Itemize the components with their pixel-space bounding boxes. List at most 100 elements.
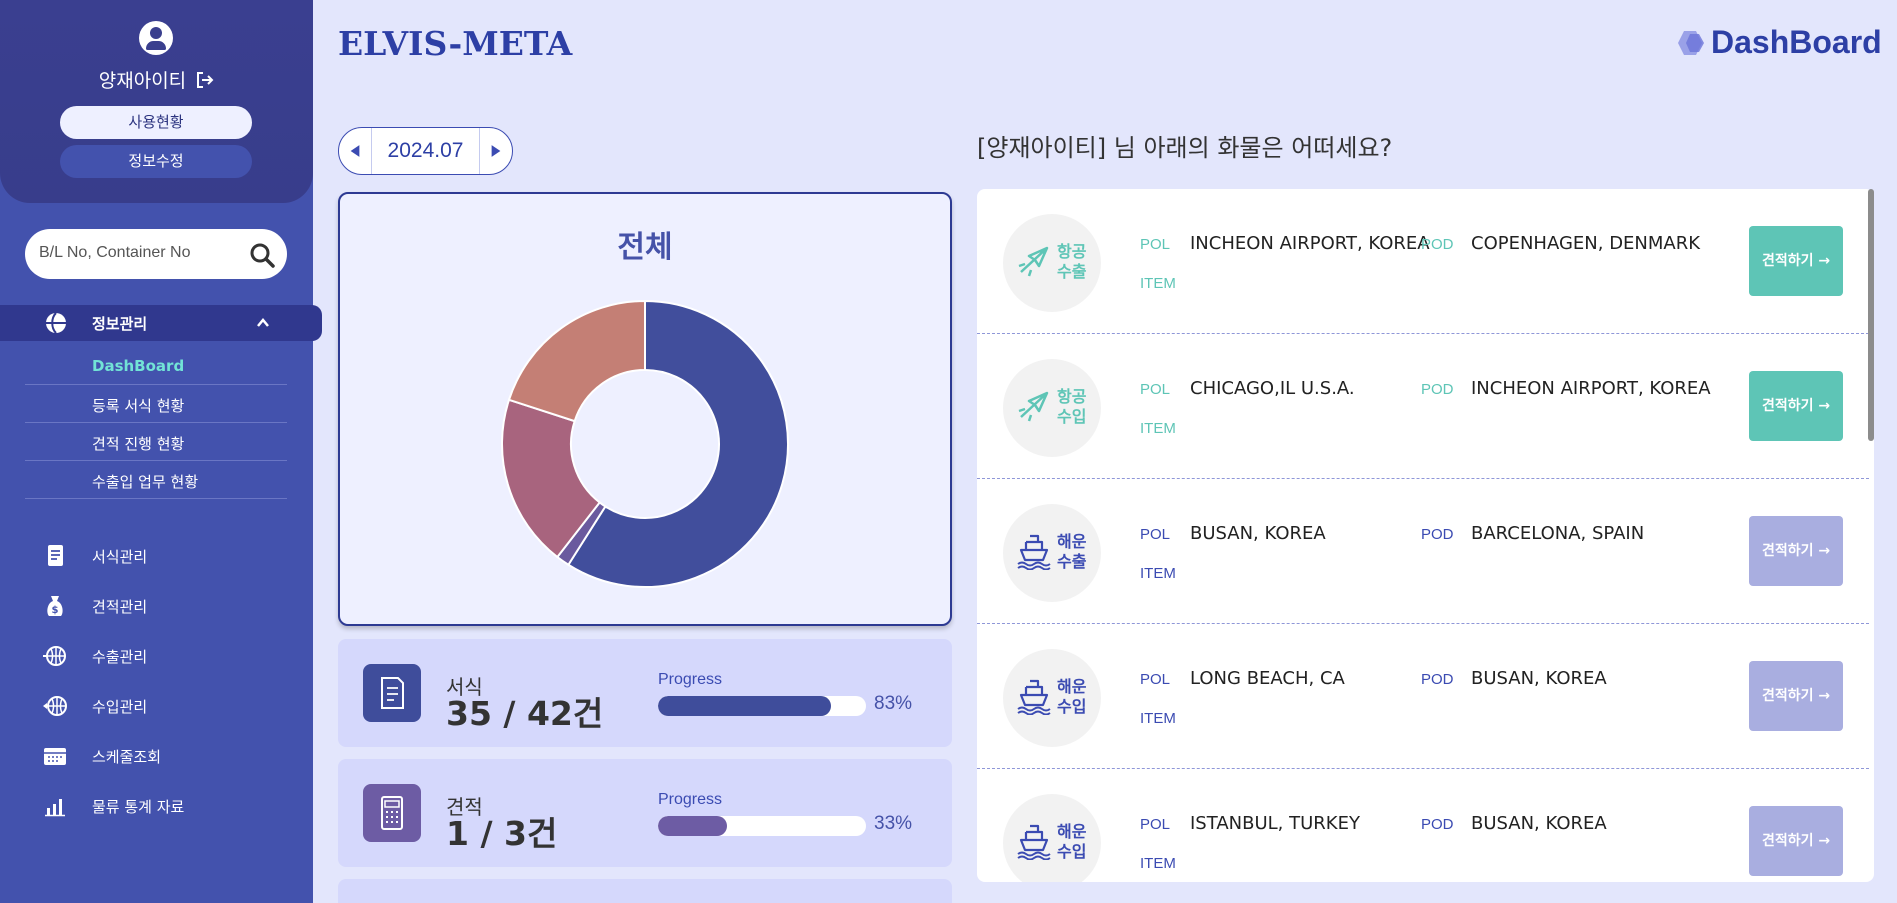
item-key: ITEM	[1140, 565, 1176, 582]
donut-slice-3[interactable]	[507, 299, 646, 423]
search-icon[interactable]	[249, 242, 275, 268]
submenu-label: 등록 서식 현황	[92, 397, 185, 415]
pol-key: POL	[1140, 671, 1171, 688]
cargo-row: 해운 수입 POL LONG BEACH, CA POD BUSAN, KOREA…	[977, 624, 1869, 769]
quote-button[interactable]: 견적하기 →	[1749, 806, 1843, 876]
stat-card-quotes: 견적 1 / 3건 Progress 33%	[338, 759, 952, 867]
next-month-icon[interactable]	[479, 128, 512, 174]
svg-text:$: $	[52, 605, 59, 616]
direction-label: 수출	[1057, 262, 1087, 281]
brand-logo[interactable]: ELVIS-META	[338, 24, 572, 63]
globe-import-icon	[43, 696, 67, 716]
menu-label: 물류 통계 자료	[92, 798, 185, 816]
mode-label: 해운	[1057, 822, 1087, 841]
submenu-trade-status[interactable]: 수출입 업무 현황	[25, 461, 287, 499]
direction-label: 수입	[1057, 697, 1087, 716]
quote-button[interactable]: 견적하기 →	[1749, 371, 1843, 441]
direction-label: 수입	[1057, 407, 1087, 426]
cargo-row: 항공 수입 POL CHICAGO,IL U.S.A. POD INCHEON A…	[977, 334, 1869, 479]
pod-value: BUSAN, KOREA	[1471, 813, 1607, 834]
quote-button[interactable]: 견적하기 →	[1749, 226, 1843, 296]
ship-icon	[1017, 679, 1051, 715]
money-bag-icon: $	[47, 596, 63, 616]
edit-info-button[interactable]: 정보수정	[60, 145, 252, 178]
pol-value: LONG BEACH, CA	[1190, 668, 1345, 689]
profile-panel: 양재아이티 사용현황 정보수정	[0, 0, 313, 203]
progress-label: Progress	[658, 671, 723, 688]
submenu-label: 수출입 업무 현황	[92, 473, 199, 491]
menu-schedule-lookup[interactable]: 스케줄조회	[0, 738, 313, 774]
menu-form-management[interactable]: 서식관리	[0, 538, 313, 574]
bar-chart-icon	[45, 799, 65, 817]
quote-button[interactable]: 견적하기 →	[1749, 516, 1843, 586]
item-key: ITEM	[1140, 855, 1176, 872]
menu-label: 정보관리	[92, 315, 148, 333]
menu-label: 스케줄조회	[92, 748, 162, 766]
page-title: DashBoard	[1711, 24, 1882, 60]
pod-value: INCHEON AIRPORT, KOREA	[1471, 378, 1711, 399]
pol-value: BUSAN, KOREA	[1190, 523, 1326, 544]
menu-quote-management[interactable]: $ 견적관리	[0, 588, 313, 624]
progress-percent: 83%	[874, 693, 913, 714]
ship-icon	[1017, 534, 1051, 570]
submenu-form-status[interactable]: 등록 서식 현황	[25, 385, 287, 423]
pod-key: POD	[1421, 236, 1454, 253]
chevron-up-icon[interactable]	[255, 315, 271, 331]
progress-percent: 33%	[874, 813, 913, 834]
ship-icon	[1017, 824, 1051, 860]
greeting-text: [양재아이티] 님 아래의 화물은 어떠세요?	[977, 134, 1393, 162]
cargo-row: 항공 수출 POL INCHEON AIRPORT, KOREA POD COPE…	[977, 189, 1869, 334]
submenu-quote-status[interactable]: 견적 진행 현황	[25, 423, 287, 461]
direction-label: 수입	[1057, 842, 1087, 861]
direction-label: 수출	[1057, 552, 1087, 571]
item-key: ITEM	[1140, 275, 1176, 292]
usage-button[interactable]: 사용현황	[60, 106, 252, 139]
pol-value: INCHEON AIRPORT, KOREA	[1190, 233, 1430, 254]
menu-label: 견적관리	[92, 598, 148, 616]
submenu-label: 견적 진행 현황	[92, 435, 185, 453]
donut-chart	[501, 299, 789, 588]
calendar-icon	[44, 748, 66, 765]
stat-count: 35 / 42건	[446, 694, 604, 733]
document-icon	[48, 545, 63, 566]
stat-card-next	[338, 879, 952, 903]
submenu-label: DashBoard	[92, 357, 185, 375]
mode-label: 해운	[1057, 677, 1087, 696]
cargo-list: 항공 수출 POL INCHEON AIRPORT, KOREA POD COPE…	[977, 189, 1874, 882]
pod-value: BUSAN, KOREA	[1471, 668, 1607, 689]
menu-export-management[interactable]: 수출관리	[0, 638, 313, 674]
mode-badge: 해운 수입	[1003, 794, 1101, 882]
pod-key: POD	[1421, 671, 1454, 688]
pod-key: POD	[1421, 526, 1454, 543]
item-key: ITEM	[1140, 710, 1176, 727]
mode-label: 항공	[1057, 387, 1087, 406]
prev-month-icon[interactable]	[339, 128, 372, 174]
logout-icon[interactable]	[196, 72, 214, 88]
pol-key: POL	[1140, 236, 1171, 253]
chart-title: 전체	[617, 230, 673, 265]
menu-logistics-stats[interactable]: 물류 통계 자료	[0, 788, 313, 824]
progress-label: Progress	[658, 791, 723, 808]
pod-key: POD	[1421, 816, 1454, 833]
menu-label: 서식관리	[92, 548, 148, 566]
pod-value: BARCELONA, SPAIN	[1471, 523, 1645, 544]
menu-import-management[interactable]: 수입관리	[0, 688, 313, 724]
mode-label: 해운	[1057, 532, 1087, 551]
search-box[interactable]: B/L No, Container No	[25, 229, 287, 279]
menu-info-management[interactable]: 정보관리	[0, 305, 322, 341]
search-input[interactable]: B/L No, Container No	[39, 244, 190, 262]
quote-button[interactable]: 견적하기 →	[1749, 661, 1843, 731]
pol-key: POL	[1140, 381, 1171, 398]
user-avatar-icon	[139, 21, 173, 55]
submenu-dashboard[interactable]: DashBoard	[25, 347, 287, 385]
cargo-list-scrollbar[interactable]	[1868, 189, 1874, 441]
dashboard-hexagon-icon	[1678, 31, 1704, 55]
pol-key: POL	[1140, 816, 1171, 833]
progress-fill	[658, 816, 727, 836]
progress-bar	[658, 696, 866, 716]
form-document-icon	[363, 664, 421, 722]
progress-bar	[658, 816, 866, 836]
calculator-icon	[363, 784, 421, 842]
menu-label: 수입관리	[92, 698, 148, 716]
globe-icon	[46, 312, 66, 334]
